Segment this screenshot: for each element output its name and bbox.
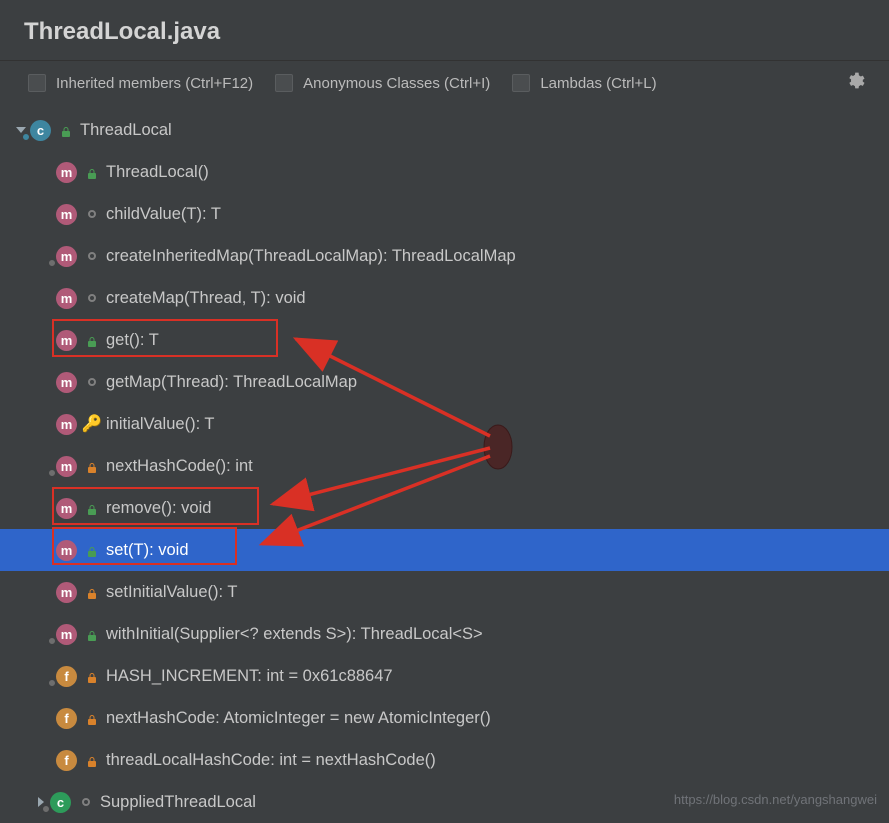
filter-anonymous-label: Anonymous Classes (Ctrl+I) <box>303 75 490 92</box>
tree-item-label: nextHashCode(): int <box>106 457 253 476</box>
visibility-protected-icon: 🔑 <box>86 418 98 430</box>
tree-item-label: SuppliedThreadLocal <box>100 793 256 812</box>
tree-item-label: createInheritedMap(ThreadLocalMap): Thre… <box>106 247 516 266</box>
filter-lambdas-label: Lambdas (Ctrl+L) <box>540 75 656 92</box>
watermark: https://blog.csdn.net/yangshangwei <box>674 792 877 807</box>
tree-item[interactable]: m withInitial(Supplier<? extends S>): Thr… <box>0 613 889 655</box>
tree-item-label: setInitialValue(): T <box>106 583 237 602</box>
tree-item-label: withInitial(Supplier<? extends S>): Thre… <box>106 625 483 644</box>
tree-item[interactable]: m childValue(T): T <box>0 193 889 235</box>
gear-icon[interactable] <box>845 71 865 95</box>
tree-item-label: nextHashCode: AtomicInteger = new Atomic… <box>106 709 491 728</box>
tree-item[interactable]: f threadLocalHashCode: int = nextHashCode… <box>0 739 889 781</box>
tree-item-label: HASH_INCREMENT: int = 0x61c88647 <box>106 667 393 686</box>
tree-item-label: initialValue(): T <box>106 415 215 434</box>
tree-item-label: set(T): void <box>106 541 189 560</box>
visibility-public-icon <box>86 334 98 346</box>
tree-item[interactable]: m ThreadLocal() <box>0 151 889 193</box>
method-icon: m <box>56 162 77 183</box>
method-icon: m <box>56 288 77 309</box>
tree-item-label: getMap(Thread): ThreadLocalMap <box>106 373 357 392</box>
method-icon: m <box>56 246 77 267</box>
visibility-private-icon <box>86 670 98 682</box>
visibility-package-icon <box>86 250 98 262</box>
structure-tree[interactable]: c ThreadLocal m ThreadLocal() m childValue(T)… <box>0 105 889 823</box>
field-icon: f <box>56 708 77 729</box>
tree-item-label: threadLocalHashCode: int = nextHashCode(… <box>106 751 436 770</box>
tree-item[interactable]: m remove(): void <box>0 487 889 529</box>
checkbox-anonymous[interactable] <box>275 74 293 92</box>
visibility-public-icon <box>86 544 98 556</box>
visibility-private-icon <box>86 754 98 766</box>
checkbox-lambdas[interactable] <box>512 74 530 92</box>
method-icon: m <box>56 330 77 351</box>
filter-inherited-label: Inherited members (Ctrl+F12) <box>56 75 253 92</box>
method-icon: m <box>56 624 77 645</box>
tree-item[interactable]: m setInitialValue(): T <box>0 571 889 613</box>
tree-item[interactable]: f nextHashCode: AtomicInteger = new Atomi… <box>0 697 889 739</box>
tree-item-label: childValue(T): T <box>106 205 221 224</box>
visibility-package-icon <box>86 376 98 388</box>
method-icon: m <box>56 204 77 225</box>
tree-item-label: get(): T <box>106 331 159 350</box>
field-icon: f <box>56 666 77 687</box>
tree-item[interactable]: m 🔑 initialValue(): T <box>0 403 889 445</box>
method-icon: m <box>56 498 77 519</box>
method-icon: m <box>56 456 77 477</box>
class-icon: c <box>50 792 71 813</box>
filter-bar: Inherited members (Ctrl+F12) Anonymous C… <box>0 61 889 105</box>
method-icon: m <box>56 372 77 393</box>
filter-inherited[interactable]: Inherited members (Ctrl+F12) <box>28 74 253 92</box>
tree-item[interactable]: m getMap(Thread): ThreadLocalMap <box>0 361 889 403</box>
filter-lambdas[interactable]: Lambdas (Ctrl+L) <box>512 74 656 92</box>
visibility-package-icon <box>86 208 98 220</box>
visibility-public-icon <box>60 124 72 136</box>
visibility-package-icon <box>80 796 92 808</box>
method-icon: m <box>56 414 77 435</box>
visibility-package-icon <box>86 292 98 304</box>
tree-item[interactable]: m createMap(Thread, T): void <box>0 277 889 319</box>
visibility-public-icon <box>86 628 98 640</box>
tree-item[interactable]: m get(): T <box>0 319 889 361</box>
checkbox-inherited[interactable] <box>28 74 46 92</box>
visibility-private-icon <box>86 586 98 598</box>
tree-item[interactable]: m set(T): void <box>0 529 889 571</box>
field-icon: f <box>56 750 77 771</box>
visibility-private-icon <box>86 712 98 724</box>
visibility-private-icon <box>86 460 98 472</box>
method-icon: m <box>56 540 77 561</box>
tree-item[interactable]: m nextHashCode(): int <box>0 445 889 487</box>
method-icon: m <box>56 582 77 603</box>
visibility-public-icon <box>86 166 98 178</box>
tree-root[interactable]: c ThreadLocal <box>0 109 889 151</box>
file-title: ThreadLocal.java <box>24 18 865 46</box>
tree-item-label: remove(): void <box>106 499 211 518</box>
tree-item[interactable]: f HASH_INCREMENT: int = 0x61c88647 <box>0 655 889 697</box>
tree-item-label: createMap(Thread, T): void <box>106 289 306 308</box>
title-bar: ThreadLocal.java <box>0 0 889 61</box>
tree-item[interactable]: m createInheritedMap(ThreadLocalMap): Thr… <box>0 235 889 277</box>
tree-item-label: ThreadLocal() <box>106 163 209 182</box>
class-icon: c <box>30 120 51 141</box>
visibility-public-icon <box>86 502 98 514</box>
filter-anonymous[interactable]: Anonymous Classes (Ctrl+I) <box>275 74 490 92</box>
tree-root-label: ThreadLocal <box>80 121 172 140</box>
